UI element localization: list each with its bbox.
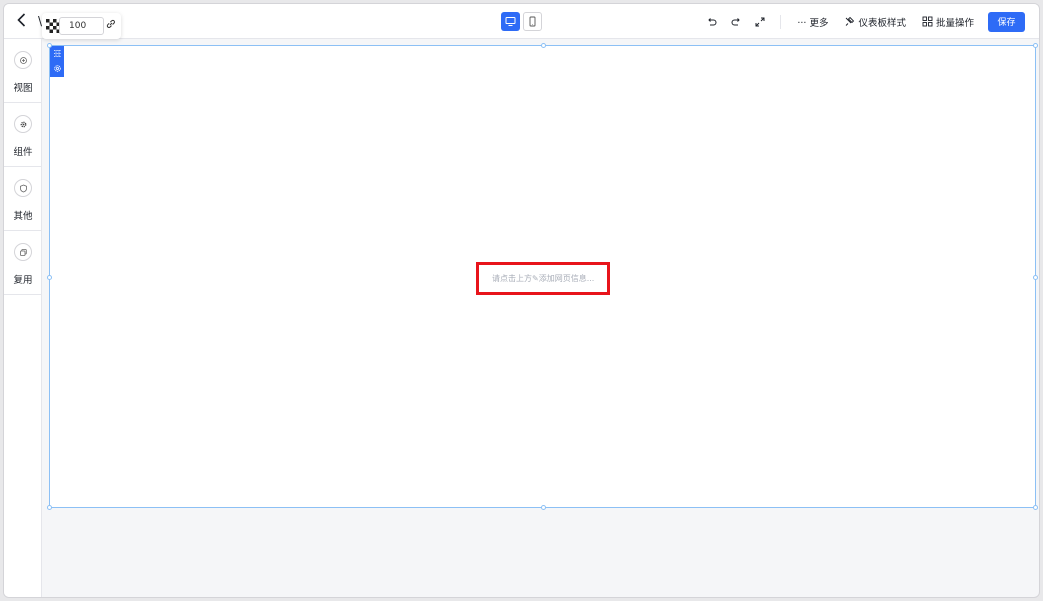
redo-icon (731, 17, 741, 25)
sidebar-item-label: 组件 (13, 147, 33, 158)
toolbar-divider (780, 14, 782, 29)
sidebar-item-label: 其他 (13, 211, 33, 222)
batch-operation-label: 批量操作 (935, 17, 974, 29)
desktop-view-button[interactable] (501, 12, 520, 31)
shield-icon (14, 179, 32, 197)
more-button[interactable]: ··· 更多 (797, 15, 828, 29)
dashboard-style-label: 仪表板样式 (858, 17, 906, 29)
sidebar-item-other[interactable]: 其他 (4, 167, 41, 231)
monitor-icon (505, 17, 516, 26)
phone-icon (529, 16, 536, 27)
gear-icon (53, 65, 61, 72)
resize-handle[interactable] (1033, 43, 1038, 48)
paint-brush-icon (846, 16, 855, 26)
sidebar-item-component[interactable]: 组件 (4, 103, 41, 167)
back-button[interactable] (14, 12, 30, 30)
right-toolbar: ··· 更多 仪表板样式 批量操作 保存 (700, 11, 1025, 32)
copy-icon (14, 243, 32, 261)
resize-handle[interactable] (541, 43, 546, 48)
undo-button[interactable] (704, 14, 720, 30)
resize-handle[interactable] (1033, 505, 1038, 510)
resize-handle[interactable] (47, 505, 52, 510)
layout-icon (53, 50, 61, 57)
link-icon[interactable] (105, 18, 117, 30)
resize-handle[interactable] (47, 275, 52, 280)
sidebar-item-label: 视图 (13, 83, 33, 94)
device-switch (501, 12, 542, 31)
resize-handle[interactable] (541, 505, 546, 510)
resize-handle[interactable] (47, 43, 52, 48)
grid-icon (922, 16, 933, 27)
editor-window: \ 100 ··· 更多 仪表板样式 批量操作 保存 视图 组件 其他 复用 请… (3, 3, 1040, 598)
sidebar-item-reuse[interactable]: 复用 (4, 231, 41, 295)
canvas-layout-button[interactable] (50, 46, 64, 61)
opacity-popover: 100 (42, 13, 121, 39)
batch-operation-button[interactable]: 批量操作 (922, 15, 974, 29)
top-toolbar: \ 100 ··· 更多 仪表板样式 批量操作 保存 (4, 4, 1039, 39)
opacity-input[interactable]: 100 (59, 17, 104, 35)
redo-button[interactable] (728, 14, 744, 30)
resize-handle[interactable] (1033, 275, 1038, 280)
highlight-box (476, 262, 610, 295)
undo-icon (708, 17, 717, 25)
plus-circle-icon (14, 51, 32, 69)
canvas-tools (50, 46, 64, 77)
sidebar-item-label: 复用 (13, 275, 33, 286)
transparency-icon[interactable] (46, 19, 60, 33)
more-label: ··· 更多 (797, 17, 829, 29)
chevron-left-icon (17, 13, 26, 27)
sidebar-item-view[interactable]: 视图 (4, 39, 41, 103)
dashboard-style-button[interactable]: 仪表板样式 (844, 15, 906, 29)
gear-icon (14, 115, 32, 133)
left-sidebar: 视图 组件 其他 复用 (4, 39, 42, 597)
dashboard-canvas[interactable]: 请点击上方✎添加网页信息... (47, 43, 1038, 510)
mobile-view-button[interactable] (523, 12, 542, 31)
canvas-settings-button[interactable] (50, 61, 64, 76)
save-button[interactable]: 保存 (988, 11, 1025, 32)
fullscreen-button[interactable] (752, 14, 768, 30)
expand-icon (755, 17, 765, 26)
